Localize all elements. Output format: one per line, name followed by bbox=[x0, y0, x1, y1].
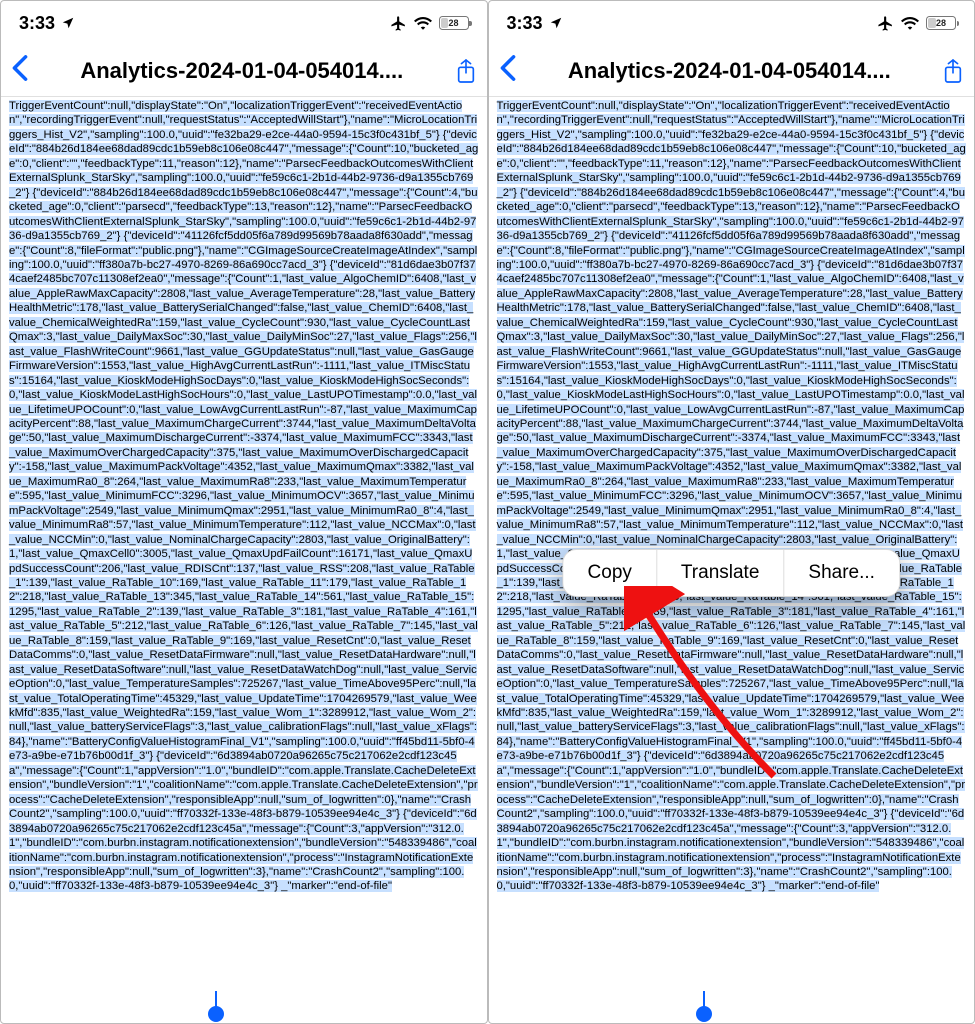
text-selection-menu: Copy Translate Share... bbox=[563, 549, 900, 597]
menu-translate[interactable]: Translate bbox=[657, 550, 785, 596]
wifi-icon bbox=[414, 16, 432, 30]
selected-text[interactable]: TriggerEventCount":null,"displayState":"… bbox=[9, 100, 478, 892]
location-arrow-icon bbox=[61, 16, 75, 30]
navigation-bar: Analytics-2024-01-04-054014.... bbox=[1, 45, 487, 97]
selection-handle-stem bbox=[215, 991, 217, 1011]
location-arrow-icon bbox=[549, 16, 563, 30]
menu-copy[interactable]: Copy bbox=[564, 550, 657, 596]
selection-handle-stem bbox=[703, 991, 705, 1011]
navigation-bar: Analytics-2024-01-04-054014.... bbox=[489, 45, 975, 97]
back-button[interactable] bbox=[499, 54, 527, 87]
status-bar: 3:33 28 bbox=[1, 1, 487, 45]
log-content[interactable]: TriggerEventCount":null,"displayState":"… bbox=[1, 97, 487, 1023]
status-bar: 3:33 28 bbox=[489, 1, 975, 45]
airplane-mode-icon bbox=[390, 15, 407, 32]
wifi-icon bbox=[901, 16, 919, 30]
page-title: Analytics-2024-01-04-054014.... bbox=[527, 58, 933, 84]
battery-indicator: 28 bbox=[926, 16, 956, 30]
screenshot-left: 3:33 28 Analytics-2024-01-04-054014.... bbox=[0, 0, 488, 1024]
status-time: 3:33 bbox=[507, 13, 543, 34]
status-time: 3:33 bbox=[19, 13, 55, 34]
menu-share[interactable]: Share... bbox=[784, 550, 899, 596]
airplane-mode-icon bbox=[877, 15, 894, 32]
back-button[interactable] bbox=[11, 54, 39, 87]
share-button[interactable] bbox=[932, 57, 964, 85]
selected-text[interactable]: TriggerEventCount":null,"displayState":"… bbox=[497, 100, 966, 892]
share-button[interactable] bbox=[445, 57, 477, 85]
battery-indicator: 28 bbox=[439, 16, 469, 30]
page-title: Analytics-2024-01-04-054014.... bbox=[39, 58, 445, 84]
screenshot-right: 3:33 28 Analytics-2024-01-04-054014.... bbox=[488, 0, 975, 1024]
